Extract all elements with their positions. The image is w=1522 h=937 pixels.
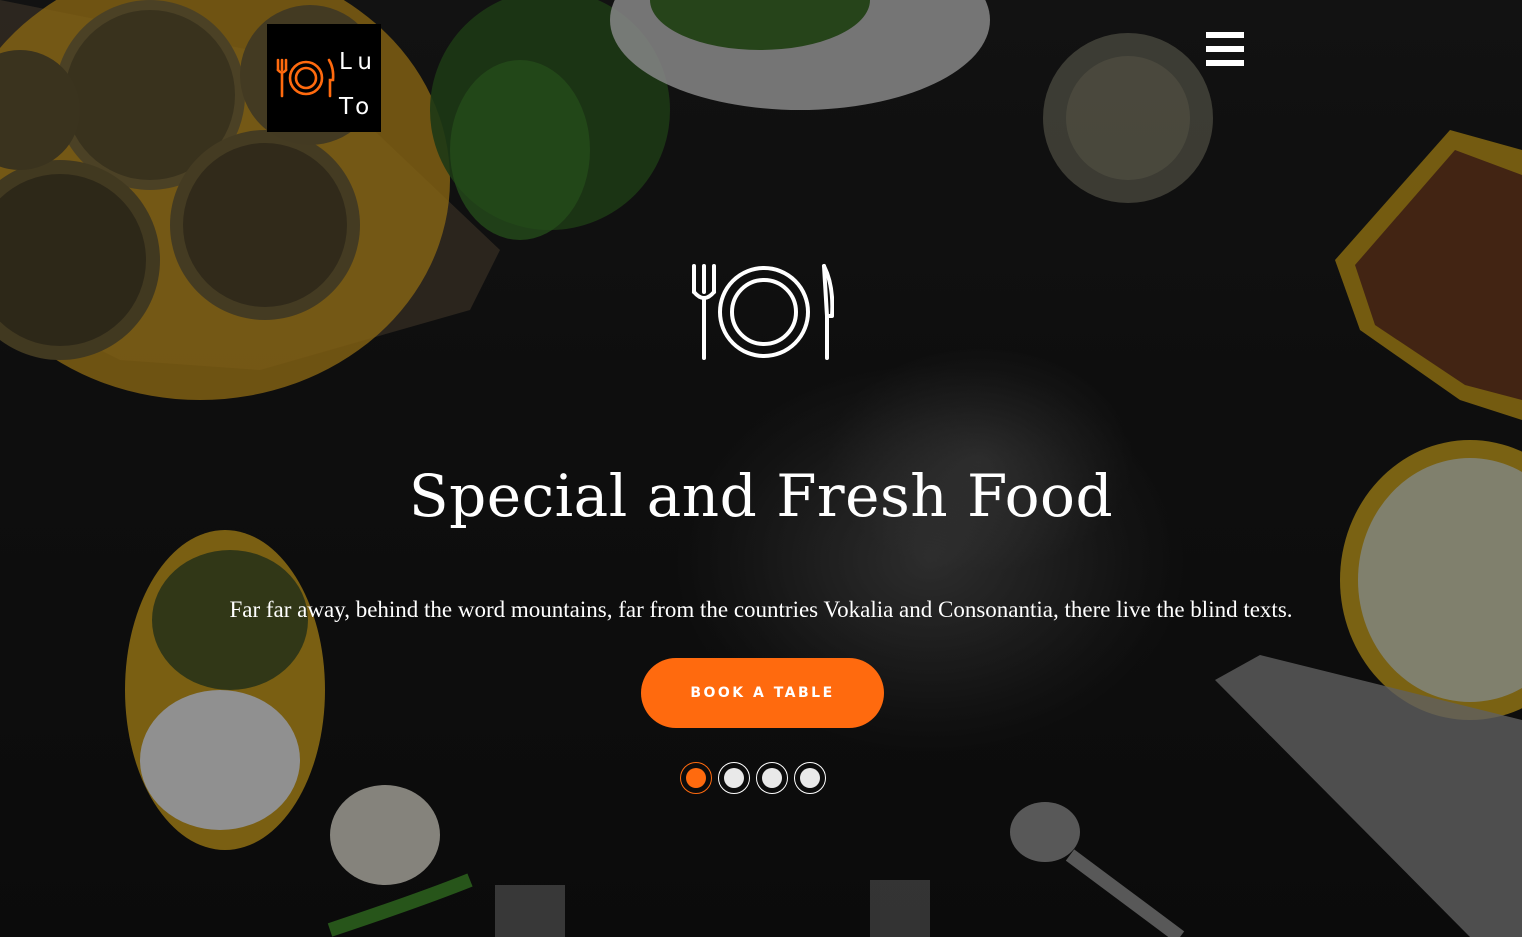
hamburger-menu-icon[interactable] (1205, 30, 1245, 68)
slider-dot-fill (686, 768, 706, 788)
fork-plate-knife-icon (692, 264, 834, 360)
slider-dot-1[interactable] (680, 762, 712, 794)
brand-line-2: To (339, 94, 376, 120)
hero-title: Special and Fresh Food (408, 462, 1114, 530)
menu-bar (1206, 46, 1244, 52)
slider-pagination (680, 762, 826, 796)
slider-dot-4[interactable] (794, 762, 826, 794)
fork-plate-knife-icon (276, 58, 335, 98)
book-a-table-button[interactable]: BOOK A TABLE (641, 658, 884, 728)
menu-bar (1206, 32, 1244, 38)
slider-dot-3[interactable] (756, 762, 788, 794)
brand-logo[interactable]: Lu To (267, 24, 381, 132)
slider-dot-fill (724, 768, 744, 788)
menu-bar (1206, 60, 1244, 66)
hero-section: Lu To Special and Fresh Food Far far awa… (0, 0, 1522, 937)
slider-dot-fill (762, 768, 782, 788)
hero-subtitle: Far far away, behind the word mountains,… (229, 597, 1293, 622)
brand-line-1: Lu (339, 49, 378, 75)
slider-dot-2[interactable] (718, 762, 750, 794)
brand-name: Lu To (339, 40, 379, 130)
slider-dot-fill (800, 768, 820, 788)
